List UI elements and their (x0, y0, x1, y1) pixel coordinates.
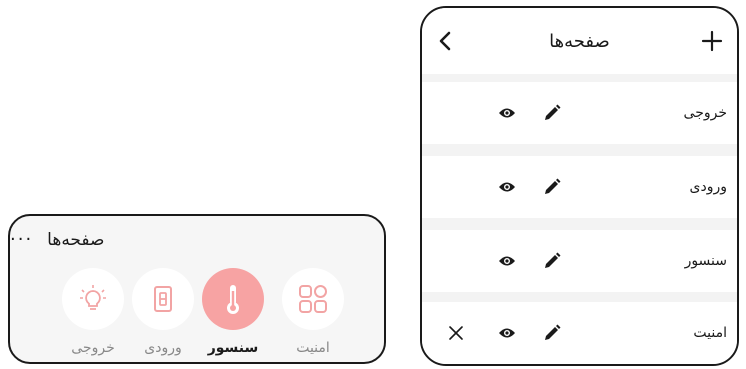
widget-page-input[interactable]: ورودی (130, 268, 196, 356)
pencil-icon[interactable] (543, 178, 561, 196)
grid-icon (299, 285, 327, 313)
widget-page-circle (62, 268, 124, 330)
eye-icon[interactable] (498, 326, 516, 340)
eye-icon[interactable] (498, 254, 516, 268)
widget-page-output[interactable]: خروجی (60, 268, 126, 356)
close-icon[interactable] (448, 325, 464, 341)
panel-title: صفحه‌ها (549, 30, 610, 52)
pencil-icon[interactable] (543, 252, 561, 270)
widget-title: صفحه‌ها (47, 230, 105, 250)
light-switch-icon (154, 286, 172, 312)
chevron-left-icon[interactable] (436, 30, 456, 52)
widget-page-label: ورودی (144, 340, 182, 356)
widget-page-label: سنسور (207, 340, 259, 356)
more-options-button[interactable]: ··· (10, 231, 33, 249)
widget-page-circle (282, 268, 344, 330)
page-row-label: ورودی (689, 179, 727, 195)
page-row-label: امنیت (693, 325, 727, 341)
plus-icon[interactable] (701, 30, 723, 52)
pages-panel: صفحه‌ها خروجی ورودی (420, 6, 739, 366)
page-row-label: سنسور (684, 253, 727, 269)
light-bulb-icon (80, 285, 106, 310)
widget-page-label: امنیت (296, 340, 330, 356)
eye-icon[interactable] (498, 106, 516, 120)
widget-page-circle (202, 268, 264, 330)
page-row: ورودی (422, 156, 737, 218)
page-row: امنیت (422, 302, 737, 364)
pencil-icon[interactable] (543, 104, 561, 122)
pencil-icon[interactable] (543, 324, 561, 342)
pages-widget-card: صفحه‌ها ··· امنیت سنسور (8, 214, 386, 364)
panel-header: صفحه‌ها (422, 8, 737, 74)
widget-page-circle (132, 268, 194, 330)
thermometer-icon (227, 285, 239, 314)
widget-page-security[interactable]: امنیت (280, 268, 346, 356)
page-row-label: خروجی (683, 105, 727, 121)
widget-header: صفحه‌ها ··· (10, 226, 384, 254)
page-row: خروجی (422, 82, 737, 144)
page-row: سنسور (422, 230, 737, 292)
eye-icon[interactable] (498, 180, 516, 194)
widget-page-label: خروجی (71, 340, 115, 356)
widget-page-sensor[interactable]: سنسور (200, 268, 266, 356)
